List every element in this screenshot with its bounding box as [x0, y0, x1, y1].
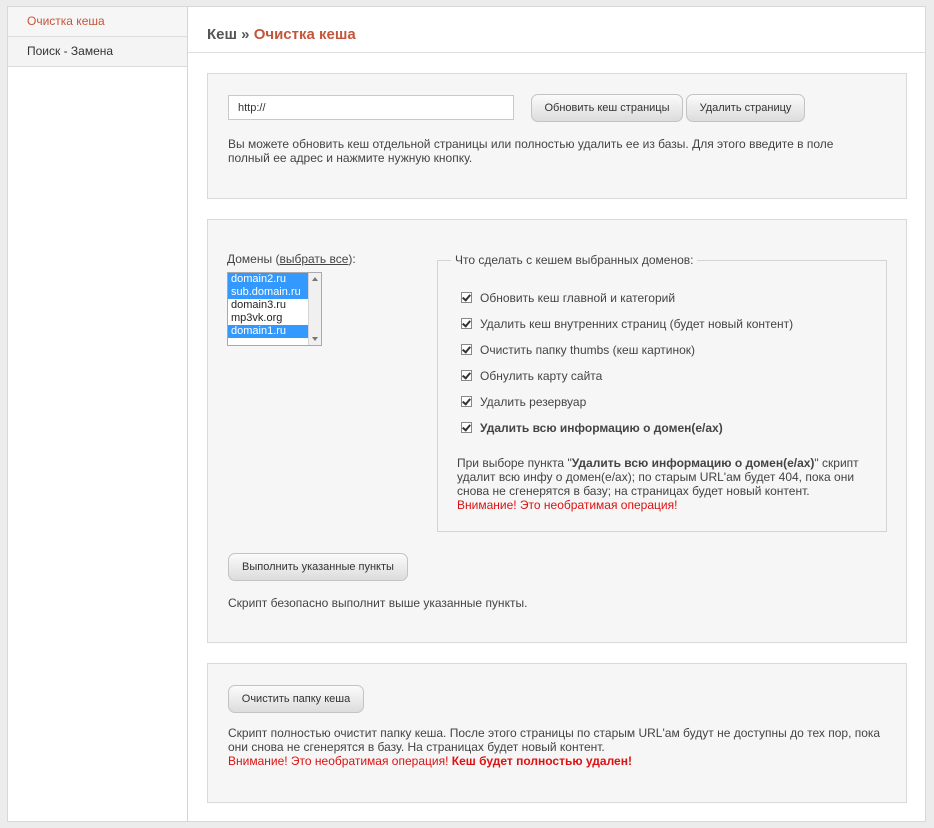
domain-option[interactable]: mp3vk.org: [228, 312, 308, 325]
clear-folder-warning-bold: Кеш будет полностью удален!: [451, 754, 632, 768]
scroll-down-icon[interactable]: [312, 337, 318, 341]
option-label: Обновить кеш главной и категорий: [480, 291, 676, 305]
title-divider: [188, 52, 925, 53]
refresh-page-cache-button[interactable]: Обновить кеш страницы: [531, 94, 683, 122]
clear-folder-warning: Внимание! Это необратимая операция!: [228, 754, 449, 768]
option-delete-inner[interactable]: Удалить кеш внутренних страниц (будет но…: [461, 316, 793, 332]
run-description: Скрипт безопасно выполнит выше указанные…: [228, 596, 528, 610]
actions-note: При выборе пункта "Удалить всю информаци…: [457, 456, 872, 512]
sidebar-item-label: Очистка кеша: [27, 14, 105, 28]
delete-page-button[interactable]: Удалить страницу: [686, 94, 805, 122]
clear-folder-text: Скрипт полностью очистит папку кеша. Пос…: [228, 726, 881, 754]
option-clear-thumbs[interactable]: Очистить папку thumbs (кеш картинок): [461, 342, 695, 358]
domains-label-text: Домены (: [227, 252, 280, 266]
breadcrumb-root: Кеш: [207, 26, 237, 43]
sidebar-item-label: Поиск - Замена: [27, 44, 114, 58]
note-bold: Удалить всю информацию о домен(е/ах): [571, 456, 815, 470]
clear-folder-panel: Очистить папку кеша Скрипт полностью очи…: [207, 663, 907, 803]
domains-label-suffix: ):: [348, 252, 356, 266]
domain-option[interactable]: sub.domain.ru: [228, 286, 308, 299]
listbox-scrollbar[interactable]: [308, 273, 321, 345]
checkbox-checked-icon[interactable]: [461, 292, 472, 303]
actions-legend: Что сделать с кешем выбранных доменов:: [451, 253, 698, 268]
option-label: Удалить всю информацию о домен(е/ах): [480, 421, 723, 435]
note-text: При выборе пункта ": [457, 456, 572, 470]
domains-panel: Домены (выбрать все): domain2.ru sub.dom…: [207, 219, 907, 643]
sidebar: Очистка кеша Поиск - Замена: [8, 7, 188, 821]
clear-folder-description: Скрипт полностью очистит папку кеша. Пос…: [228, 726, 898, 768]
option-label: Очистить папку thumbs (кеш картинок): [480, 343, 696, 357]
option-label: Удалить резервуар: [480, 395, 587, 409]
option-reset-sitemap[interactable]: Обнулить карту сайта: [461, 368, 602, 384]
sidebar-item-search-replace[interactable]: Поиск - Замена: [8, 37, 187, 67]
page-url-input[interactable]: [228, 95, 514, 120]
option-label: Удалить кеш внутренних страниц (будет но…: [480, 317, 794, 331]
page-cache-description: Вы можете обновить кеш отдельной страниц…: [228, 137, 834, 165]
scroll-up-icon[interactable]: [312, 277, 318, 281]
checkbox-checked-icon[interactable]: [461, 396, 472, 407]
domain-option[interactable]: domain3.ru: [228, 299, 308, 312]
domains-label: Домены (выбрать все):: [227, 252, 356, 266]
note-warning: Внимание! Это необратимая операция!: [457, 498, 678, 512]
run-actions-button[interactable]: Выполнить указанные пункты: [228, 553, 408, 581]
breadcrumb-current: Очистка кеша: [253, 26, 356, 43]
checkbox-checked-icon[interactable]: [461, 344, 472, 355]
domains-listbox[interactable]: domain2.ru sub.domain.ru domain3.ru mp3v…: [227, 272, 322, 346]
app-frame: Очистка кеша Поиск - Замена Кеш » Очистк…: [7, 6, 926, 822]
checkbox-checked-icon[interactable]: [461, 318, 472, 329]
checkbox-checked-icon[interactable]: [461, 422, 472, 433]
sidebar-item-cache-clear[interactable]: Очистка кеша: [8, 7, 187, 37]
page-cache-panel: Обновить кеш страницы Удалить страницу В…: [207, 73, 907, 199]
main-content: Кеш » Очистка кеша Обновить кеш страницы…: [188, 7, 925, 821]
clear-cache-folder-button[interactable]: Очистить папку кеша: [228, 685, 364, 713]
breadcrumb-separator: »: [237, 26, 254, 43]
option-delete-reservoir[interactable]: Удалить резервуар: [461, 394, 586, 410]
option-delete-all-info[interactable]: Удалить всю информацию о домен(е/ах): [461, 420, 723, 436]
select-all-link[interactable]: выбрать все: [279, 252, 348, 266]
checkbox-checked-icon[interactable]: [461, 370, 472, 381]
option-label: Обнулить карту сайта: [480, 369, 603, 383]
actions-fieldset: Что сделать с кешем выбранных доменов: О…: [437, 253, 887, 532]
domain-option[interactable]: domain1.ru: [228, 325, 308, 338]
option-refresh-main[interactable]: Обновить кеш главной и категорий: [461, 290, 675, 306]
domain-option[interactable]: domain2.ru: [228, 273, 308, 286]
page-title: Кеш » Очистка кеша: [207, 26, 356, 43]
